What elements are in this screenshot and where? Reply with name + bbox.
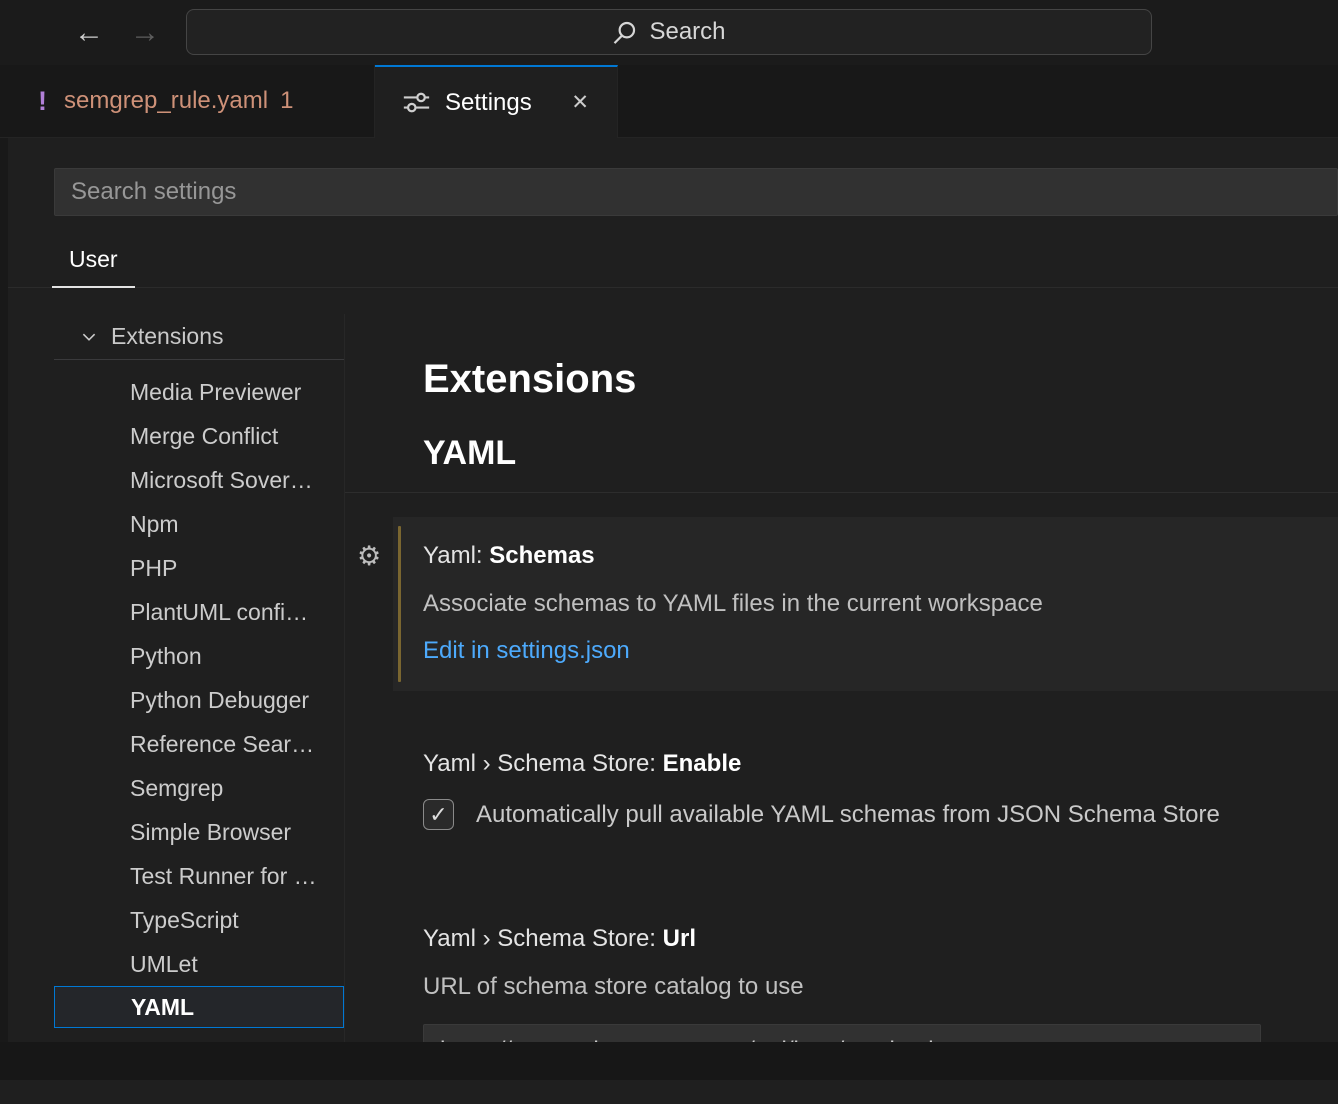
toc-section-extensions[interactable]: Extensions (54, 314, 344, 360)
setting-title: Yaml: Schemas (423, 541, 1314, 571)
editor-left-strip (0, 138, 8, 1080)
scope-tab-label: User (69, 246, 118, 272)
setting-title: Yaml › Schema Store: Url (423, 924, 1314, 954)
toc-item-simple-browser[interactable]: Simple Browser (54, 810, 344, 854)
settings-toc: Extensions Media Previewer Merge Conflic… (8, 314, 345, 1080)
toc-item-npm[interactable]: Npm (54, 502, 344, 546)
command-center-search[interactable]: Search (186, 9, 1152, 55)
settings-sliders-icon (403, 89, 430, 116)
tab-badge: 1 (280, 87, 293, 115)
toc-item-python-debugger[interactable]: Python Debugger (54, 678, 344, 722)
toc-item-plantuml[interactable]: PlantUML confi… (54, 590, 344, 634)
settings-editor: User Extensions Media Previewer Merge Co… (8, 138, 1338, 1080)
settings-body: Extensions Media Previewer Merge Conflic… (8, 314, 1338, 1080)
exclamation-icon: ! (38, 86, 47, 117)
settings-list: ⚙ Yaml: Schemas Associate schemas to YAM… (345, 493, 1338, 1104)
settings-scope-row: User (8, 230, 1338, 288)
titlebar: ← → Search (0, 0, 1338, 65)
setting-title-name: Enable (663, 750, 742, 777)
tab-semgrep-rule-yaml[interactable]: ! semgrep_rule.yaml 1 (0, 65, 375, 137)
tab-label: semgrep_rule.yaml (64, 87, 268, 115)
toc-item-test-runner[interactable]: Test Runner for … (54, 854, 344, 898)
setting-schema-store-enable: Yaml › Schema Store: Enable ✓ Automatica… (393, 725, 1338, 856)
tab-user-scope[interactable]: User (52, 230, 135, 288)
history-nav: ← → (0, 18, 160, 48)
gear-icon[interactable]: ⚙ (357, 543, 381, 570)
schema-store-enable-checkbox[interactable]: ✓ (423, 799, 454, 830)
tab-settings[interactable]: Settings ✕ (375, 65, 618, 138)
tab-label: Settings (445, 89, 532, 117)
settings-subheading: YAML (423, 434, 1338, 472)
toc-item-typescript[interactable]: TypeScript (54, 898, 344, 942)
settings-search-input[interactable] (54, 168, 1338, 216)
setting-title-prefix: Yaml › Schema Store: (423, 925, 663, 952)
forward-button[interactable]: → (130, 18, 160, 48)
edit-in-settings-json-link[interactable]: Edit in settings.json (423, 637, 630, 665)
toc-item-merge-conflict[interactable]: Merge Conflict (54, 414, 344, 458)
toc-item-semgrep[interactable]: Semgrep (54, 766, 344, 810)
setting-title-name: Schemas (489, 542, 594, 569)
toc-item-php[interactable]: PHP (54, 546, 344, 590)
toc-section-label: Extensions (111, 323, 224, 350)
toc-item-python[interactable]: Python (54, 634, 344, 678)
tab-bar: ! semgrep_rule.yaml 1 Settings ✕ (0, 65, 1338, 138)
setting-title-prefix: Yaml › Schema Store: (423, 750, 663, 777)
setting-description: Associate schemas to YAML files in the c… (423, 589, 1314, 619)
chevron-down-icon (80, 328, 98, 346)
checkbox-row: ✓ Automatically pull available YAML sche… (423, 799, 1314, 830)
setting-title-prefix: Yaml: (423, 542, 489, 569)
setting-description: URL of schema store catalog to use (423, 972, 1314, 1002)
close-tab-icon[interactable]: ✕ (567, 88, 593, 117)
toc-item-yaml[interactable]: YAML (54, 986, 344, 1028)
setting-title: Yaml › Schema Store: Enable (423, 749, 1314, 779)
settings-content: Extensions YAML ⚙ Yaml: Schemas Associat… (345, 314, 1338, 1080)
editor-area: User Extensions Media Previewer Merge Co… (0, 138, 1338, 1080)
bottom-panel-strip (0, 1042, 1338, 1080)
toc-item-umlet[interactable]: UMLet (54, 942, 344, 986)
setting-yaml-schemas: ⚙ Yaml: Schemas Associate schemas to YAM… (393, 517, 1338, 691)
toc-item-media-previewer[interactable]: Media Previewer (54, 370, 344, 414)
toc-item-microsoft-sovereign[interactable]: Microsoft Sover… (54, 458, 344, 502)
settings-heading: Extensions (423, 356, 1338, 402)
search-placeholder-text: Search (649, 18, 725, 46)
setting-title-name: Url (663, 925, 696, 952)
checkbox-label: Automatically pull available YAML schema… (476, 800, 1220, 830)
search-icon (612, 20, 637, 45)
back-button[interactable]: ← (74, 18, 104, 48)
modified-indicator (398, 526, 401, 682)
toc-item-reference-search[interactable]: Reference Sear… (54, 722, 344, 766)
toc-items: Media Previewer Merge Conflict Microsoft… (8, 360, 344, 1028)
